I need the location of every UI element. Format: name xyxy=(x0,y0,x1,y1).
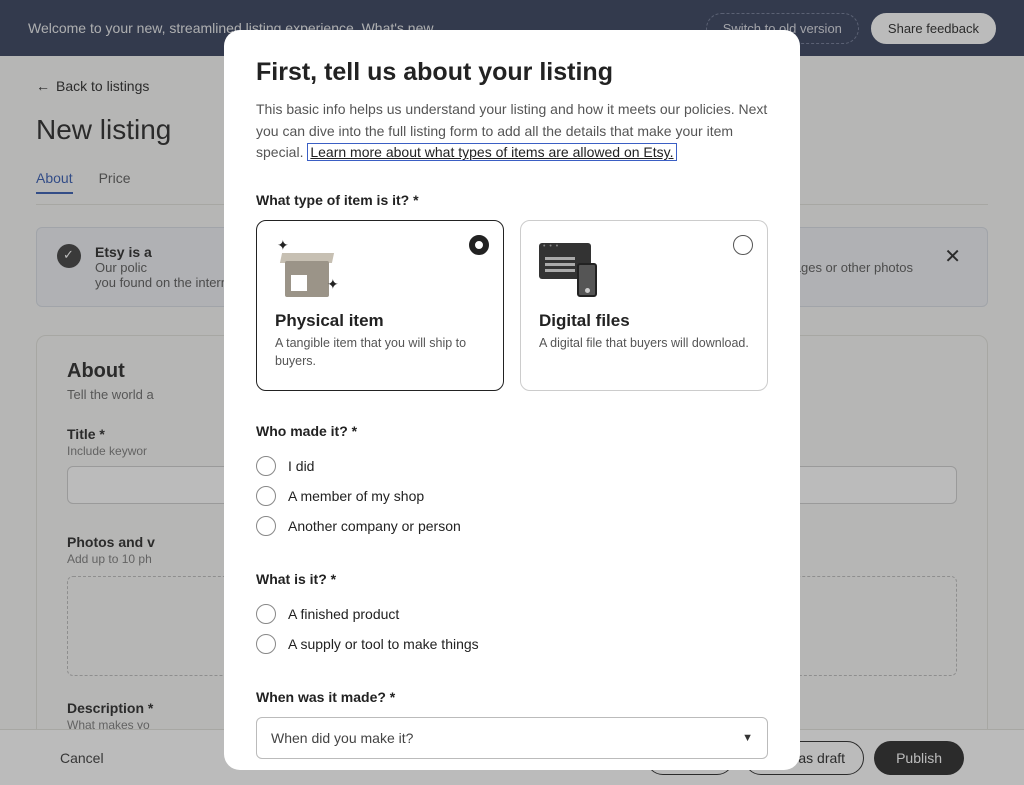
what-is-it-question: What is it? * xyxy=(256,571,768,587)
radio-selected-icon xyxy=(469,235,489,255)
digital-desc: A digital file that buyers will download… xyxy=(539,335,749,353)
modal-intro: This basic info helps us understand your… xyxy=(256,99,768,164)
option-physical-item[interactable]: ✦ ✦ Physical item A tangible item that y… xyxy=(256,220,504,391)
digital-title: Digital files xyxy=(539,311,749,331)
select-placeholder: When did you make it? xyxy=(271,730,413,746)
who-option-member[interactable]: A member of my shop xyxy=(256,481,768,511)
devices-icon xyxy=(539,241,609,297)
what-is-it-options: A finished product A supply or tool to m… xyxy=(256,599,768,659)
radio-icon xyxy=(256,604,276,624)
physical-title: Physical item xyxy=(275,311,485,331)
what-option-supply[interactable]: A supply or tool to make things xyxy=(256,629,768,659)
modal-title: First, tell us about your listing xyxy=(256,58,768,87)
item-type-options: ✦ ✦ Physical item A tangible item that y… xyxy=(256,220,768,391)
who-made-question: Who made it? * xyxy=(256,423,768,439)
option-digital-files[interactable]: Digital files A digital file that buyers… xyxy=(520,220,768,391)
radio-unselected-icon xyxy=(733,235,753,255)
who-option-i-did[interactable]: I did xyxy=(256,451,768,481)
radio-icon xyxy=(256,634,276,654)
box-icon: ✦ ✦ xyxy=(275,241,339,297)
physical-desc: A tangible item that you will ship to bu… xyxy=(275,335,485,370)
chevron-down-icon: ▼ xyxy=(742,732,753,744)
modal-overlay: First, tell us about your listing This b… xyxy=(0,0,1024,785)
who-made-options: I did A member of my shop Another compan… xyxy=(256,451,768,541)
when-made-question: When was it made? * xyxy=(256,689,768,705)
radio-icon xyxy=(256,486,276,506)
who-option-another[interactable]: Another company or person xyxy=(256,511,768,541)
radio-icon xyxy=(256,456,276,476)
radio-icon xyxy=(256,516,276,536)
listing-intro-modal: First, tell us about your listing This b… xyxy=(224,30,800,770)
learn-more-link[interactable]: Learn more about what types of items are… xyxy=(307,143,676,161)
what-option-finished[interactable]: A finished product xyxy=(256,599,768,629)
when-made-select[interactable]: When did you make it? ▼ xyxy=(256,717,768,759)
item-type-question: What type of item is it? * xyxy=(256,192,768,208)
